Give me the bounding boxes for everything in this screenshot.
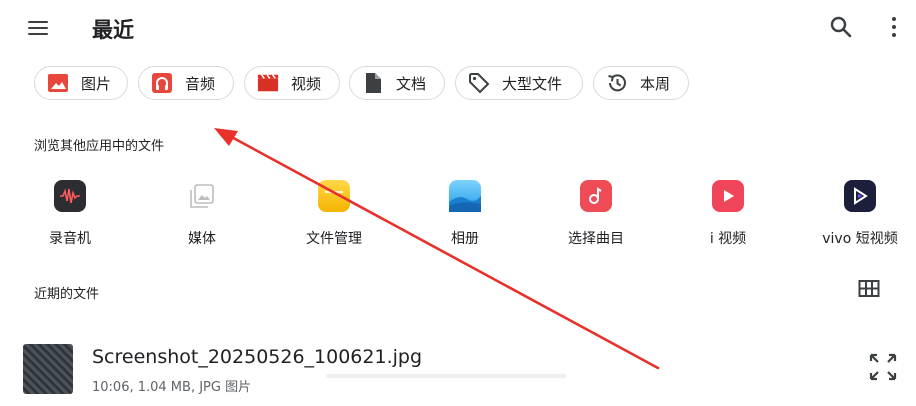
list-item[interactable]: Screenshot_20250526_100621.jpg 10:06, 1.… (0, 338, 916, 406)
history-icon (606, 72, 628, 94)
search-icon[interactable] (828, 14, 854, 40)
other-apps-title: 浏览其他应用中的文件 (34, 139, 165, 154)
tag-icon (468, 72, 490, 94)
chip-label: 文档 (396, 74, 427, 93)
chip-this-week[interactable]: 本周 (593, 66, 689, 100)
app-label: 相册 (451, 231, 479, 247)
chip-video[interactable]: 视频 (244, 66, 340, 100)
recent-files-title: 近期的文件 (34, 287, 100, 302)
document-icon (362, 72, 384, 94)
file-manager-app-icon (318, 180, 350, 212)
chip-label: 音频 (185, 74, 216, 93)
chip-label: 图片 (81, 74, 112, 93)
page-title: 最近 (92, 18, 134, 42)
app-i-video[interactable]: i 视频 (668, 180, 788, 248)
chip-label: 视频 (291, 74, 322, 93)
app-label: i 视频 (709, 231, 747, 247)
app-label: 媒体 (188, 231, 216, 247)
app-file-manager[interactable]: 文件管理 (274, 180, 394, 248)
chip-label: 大型文件 (502, 74, 563, 93)
file-name: Screenshot_20250526_100621.jpg (92, 346, 423, 368)
app-recorder[interactable]: 录音机 (10, 180, 130, 248)
chip-documents[interactable]: 文档 (349, 66, 445, 100)
top-app-bar: 最近 (0, 0, 916, 58)
chip-large-files[interactable]: 大型文件 (455, 66, 583, 100)
expand-icon[interactable] (868, 352, 898, 382)
app-label: vivo 短视频 (822, 231, 898, 247)
app-label: 录音机 (49, 231, 91, 247)
chip-images[interactable]: 图片 (34, 66, 128, 100)
grid-view-icon[interactable] (858, 279, 880, 299)
hamburger-menu-icon[interactable] (26, 18, 50, 38)
app-music[interactable]: 选择曲目 (536, 180, 656, 248)
app-label: 文件管理 (306, 231, 362, 247)
chip-audio[interactable]: 音频 (138, 66, 234, 100)
more-vertical-icon[interactable] (886, 14, 902, 40)
headphones-icon (151, 72, 173, 94)
gallery-app-icon (449, 180, 481, 212)
app-gallery[interactable]: 相册 (405, 180, 525, 248)
file-thumbnail (23, 344, 73, 394)
image-icon (47, 72, 69, 94)
app-media[interactable]: 媒体 (142, 180, 262, 248)
recorder-app-icon (54, 180, 86, 212)
file-meta: 10:06, 1.04 MB, JPG 图片 (92, 380, 252, 395)
movie-icon (257, 72, 279, 94)
scrollbar[interactable] (326, 374, 566, 378)
music-app-icon (580, 180, 612, 212)
i-video-app-icon (712, 180, 744, 212)
chip-label: 本周 (640, 74, 671, 93)
app-vivo-short-video[interactable]: vivo 短视频 (800, 180, 916, 248)
app-label: 选择曲目 (568, 231, 624, 247)
media-app-icon (186, 180, 218, 212)
vivo-short-video-app-icon (844, 180, 876, 212)
